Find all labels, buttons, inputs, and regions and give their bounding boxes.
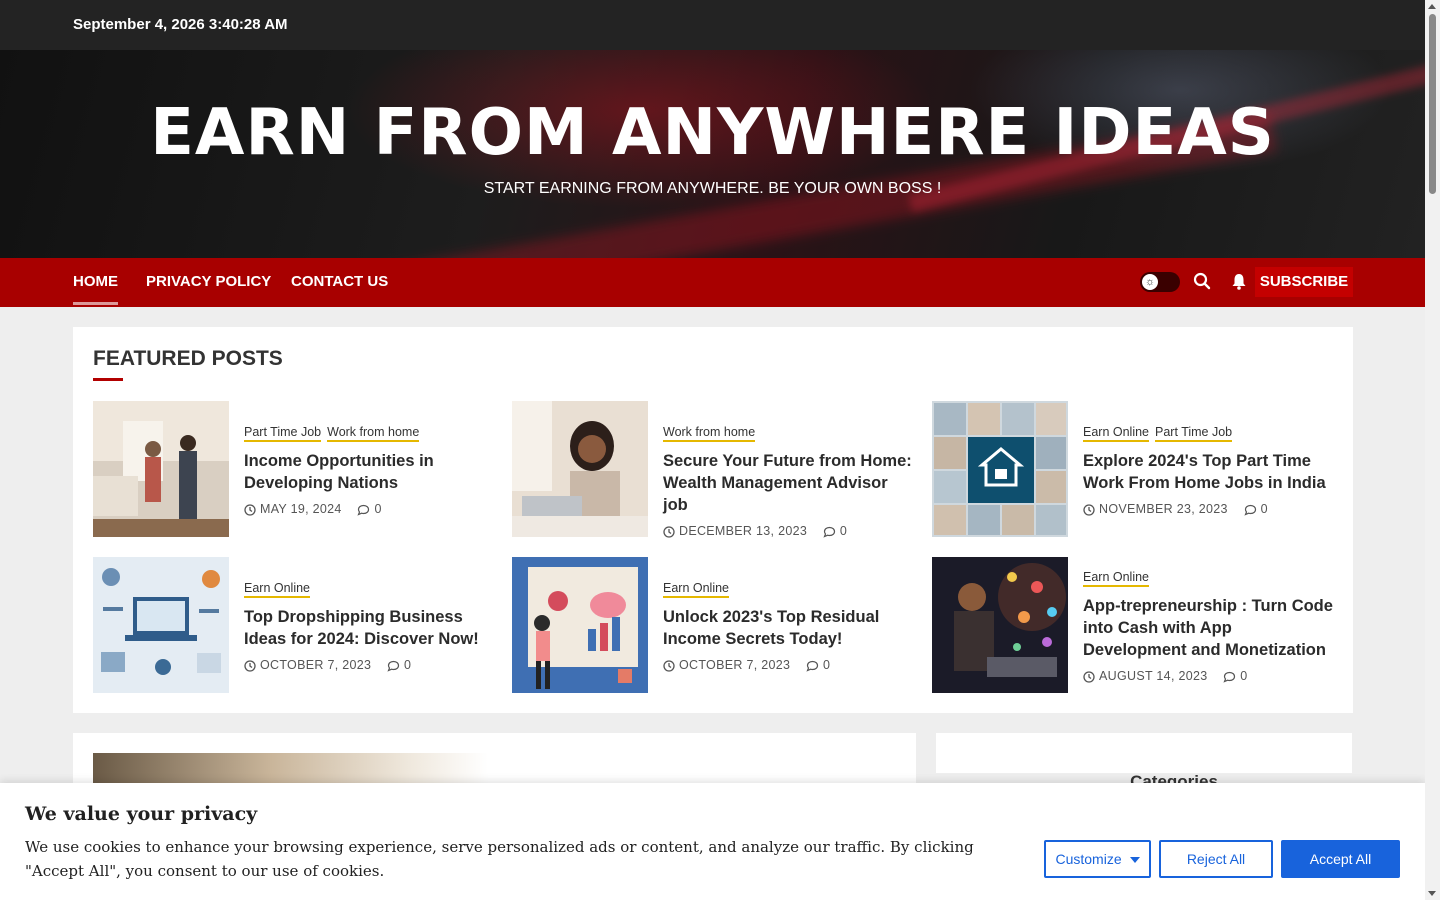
post-thumbnail[interactable] xyxy=(93,401,229,537)
comment-count[interactable]: 0 xyxy=(1261,502,1268,516)
comment-icon xyxy=(387,660,400,672)
post-title[interactable]: Secure Your Future from Home: Wealth Man… xyxy=(663,450,913,516)
post-title[interactable]: Top Dropshipping Business Ideas for 2024… xyxy=(244,606,494,650)
comment-icon xyxy=(357,504,370,516)
category-tag[interactable]: Earn Online xyxy=(663,581,730,598)
clock-icon xyxy=(663,660,675,672)
featured-post: Work from home Secure Your Future from H… xyxy=(512,401,913,538)
category-tag[interactable]: Earn Online xyxy=(1083,425,1150,442)
post-title[interactable]: Unlock 2023's Top Residual Income Secret… xyxy=(663,606,913,650)
featured-post: Earn Online App-trepreneurship : Turn Co… xyxy=(932,557,1333,693)
clock-icon xyxy=(1083,671,1095,683)
post-title[interactable]: Income Opportunities in Developing Natio… xyxy=(244,450,494,494)
post-thumbnail[interactable] xyxy=(932,557,1068,693)
comment-count[interactable]: 0 xyxy=(840,524,847,538)
dark-mode-toggle[interactable]: ☼ xyxy=(1140,272,1180,292)
comment-count[interactable]: 0 xyxy=(1240,669,1247,683)
category-tag[interactable]: Work from home xyxy=(327,425,420,442)
featured-post: Earn Online Part Time Job Explore 2024's … xyxy=(932,401,1332,537)
clock-icon xyxy=(1083,504,1095,516)
featured-post: Earn Online Unlock 2023's Top Residual I… xyxy=(512,557,912,693)
top-bar: September 4, 2026 3:40:28 AM xyxy=(0,0,1425,50)
site-header: EARN FROM ANYWHERE IDEAS START EARNING F… xyxy=(0,50,1425,258)
page-scrollbar[interactable] xyxy=(1425,0,1440,900)
category-tag[interactable]: Earn Online xyxy=(244,581,311,598)
post-date[interactable]: DECEMBER 13, 2023 xyxy=(679,524,807,538)
search-icon[interactable] xyxy=(1193,272,1211,290)
post-date[interactable]: MAY 19, 2024 xyxy=(260,502,342,516)
section-heading: FEATURED POSTS xyxy=(93,347,283,370)
nav-item-home[interactable]: HOME xyxy=(73,273,118,305)
main-nav: HOME PRIVACY POLICY CONTACT US xyxy=(0,258,1425,307)
clock-icon xyxy=(663,526,675,538)
post-date[interactable]: NOVEMBER 23, 2023 xyxy=(1099,502,1228,516)
bell-icon[interactable] xyxy=(1230,272,1248,290)
post-date[interactable]: OCTOBER 7, 2023 xyxy=(260,658,371,672)
cookie-consent-banner: We value your privacy We use cookies to … xyxy=(0,783,1425,900)
post-date[interactable]: OCTOBER 7, 2023 xyxy=(679,658,790,672)
post-date[interactable]: AUGUST 14, 2023 xyxy=(1099,669,1208,683)
comment-icon xyxy=(1243,504,1256,516)
subscribe-button[interactable]: SUBSCRIBE xyxy=(1255,267,1353,297)
category-tag[interactable]: Part Time Job xyxy=(1155,425,1233,442)
featured-post: Part Time Job Work from home Income Oppor… xyxy=(93,401,493,537)
sidebar-widget xyxy=(936,733,1352,773)
scroll-down-icon[interactable] xyxy=(1428,891,1436,896)
comment-count[interactable]: 0 xyxy=(823,658,830,672)
comment-icon xyxy=(1223,671,1236,683)
featured-post: Earn Online Top Dropshipping Business Id… xyxy=(93,557,493,693)
scrollbar-thumb[interactable] xyxy=(1429,14,1436,194)
current-datetime: September 4, 2026 3:40:28 AM xyxy=(73,16,288,33)
site-title[interactable]: EARN FROM ANYWHERE IDEAS xyxy=(0,96,1425,170)
comment-count[interactable]: 0 xyxy=(404,658,411,672)
post-thumbnail[interactable] xyxy=(932,401,1068,537)
caret-down-icon xyxy=(1129,857,1140,864)
category-tag[interactable]: Earn Online xyxy=(1083,570,1150,587)
heading-underline xyxy=(93,378,123,381)
cookie-text: We use cookies to enhance your browsing … xyxy=(25,838,974,880)
nav-item-contact-us[interactable]: CONTACT US xyxy=(291,273,388,290)
post-title[interactable]: App-trepreneurship : Turn Code into Cash… xyxy=(1083,595,1333,661)
customize-label: Customize xyxy=(1055,851,1122,867)
clock-icon xyxy=(244,504,256,516)
scroll-up-icon[interactable] xyxy=(1428,4,1436,9)
clock-icon xyxy=(244,660,256,672)
featured-posts-section: FEATURED POSTS Part Time Job Work from ho… xyxy=(73,327,1353,713)
site-tagline: START EARNING FROM ANYWHERE. BE YOUR OWN… xyxy=(483,180,942,197)
category-tag[interactable]: Work from home xyxy=(663,425,756,442)
post-thumbnail[interactable] xyxy=(512,557,648,693)
nav-item-privacy-policy[interactable]: PRIVACY POLICY xyxy=(146,273,271,290)
customize-button[interactable]: Customize xyxy=(1044,840,1151,878)
comment-icon xyxy=(823,526,835,538)
accept-all-button[interactable]: Accept All xyxy=(1281,840,1400,878)
post-thumbnail[interactable] xyxy=(512,401,648,537)
reject-all-button[interactable]: Reject All xyxy=(1159,840,1273,878)
category-tag[interactable]: Part Time Job xyxy=(244,425,322,442)
post-title[interactable]: Explore 2024's Top Part Time Work From H… xyxy=(1083,450,1333,494)
sun-icon: ☼ xyxy=(1142,274,1158,290)
comment-count[interactable]: 0 xyxy=(374,502,381,516)
post-thumbnail[interactable] xyxy=(93,557,229,693)
comment-icon xyxy=(806,660,819,672)
cookie-title: We value your privacy xyxy=(25,803,258,825)
